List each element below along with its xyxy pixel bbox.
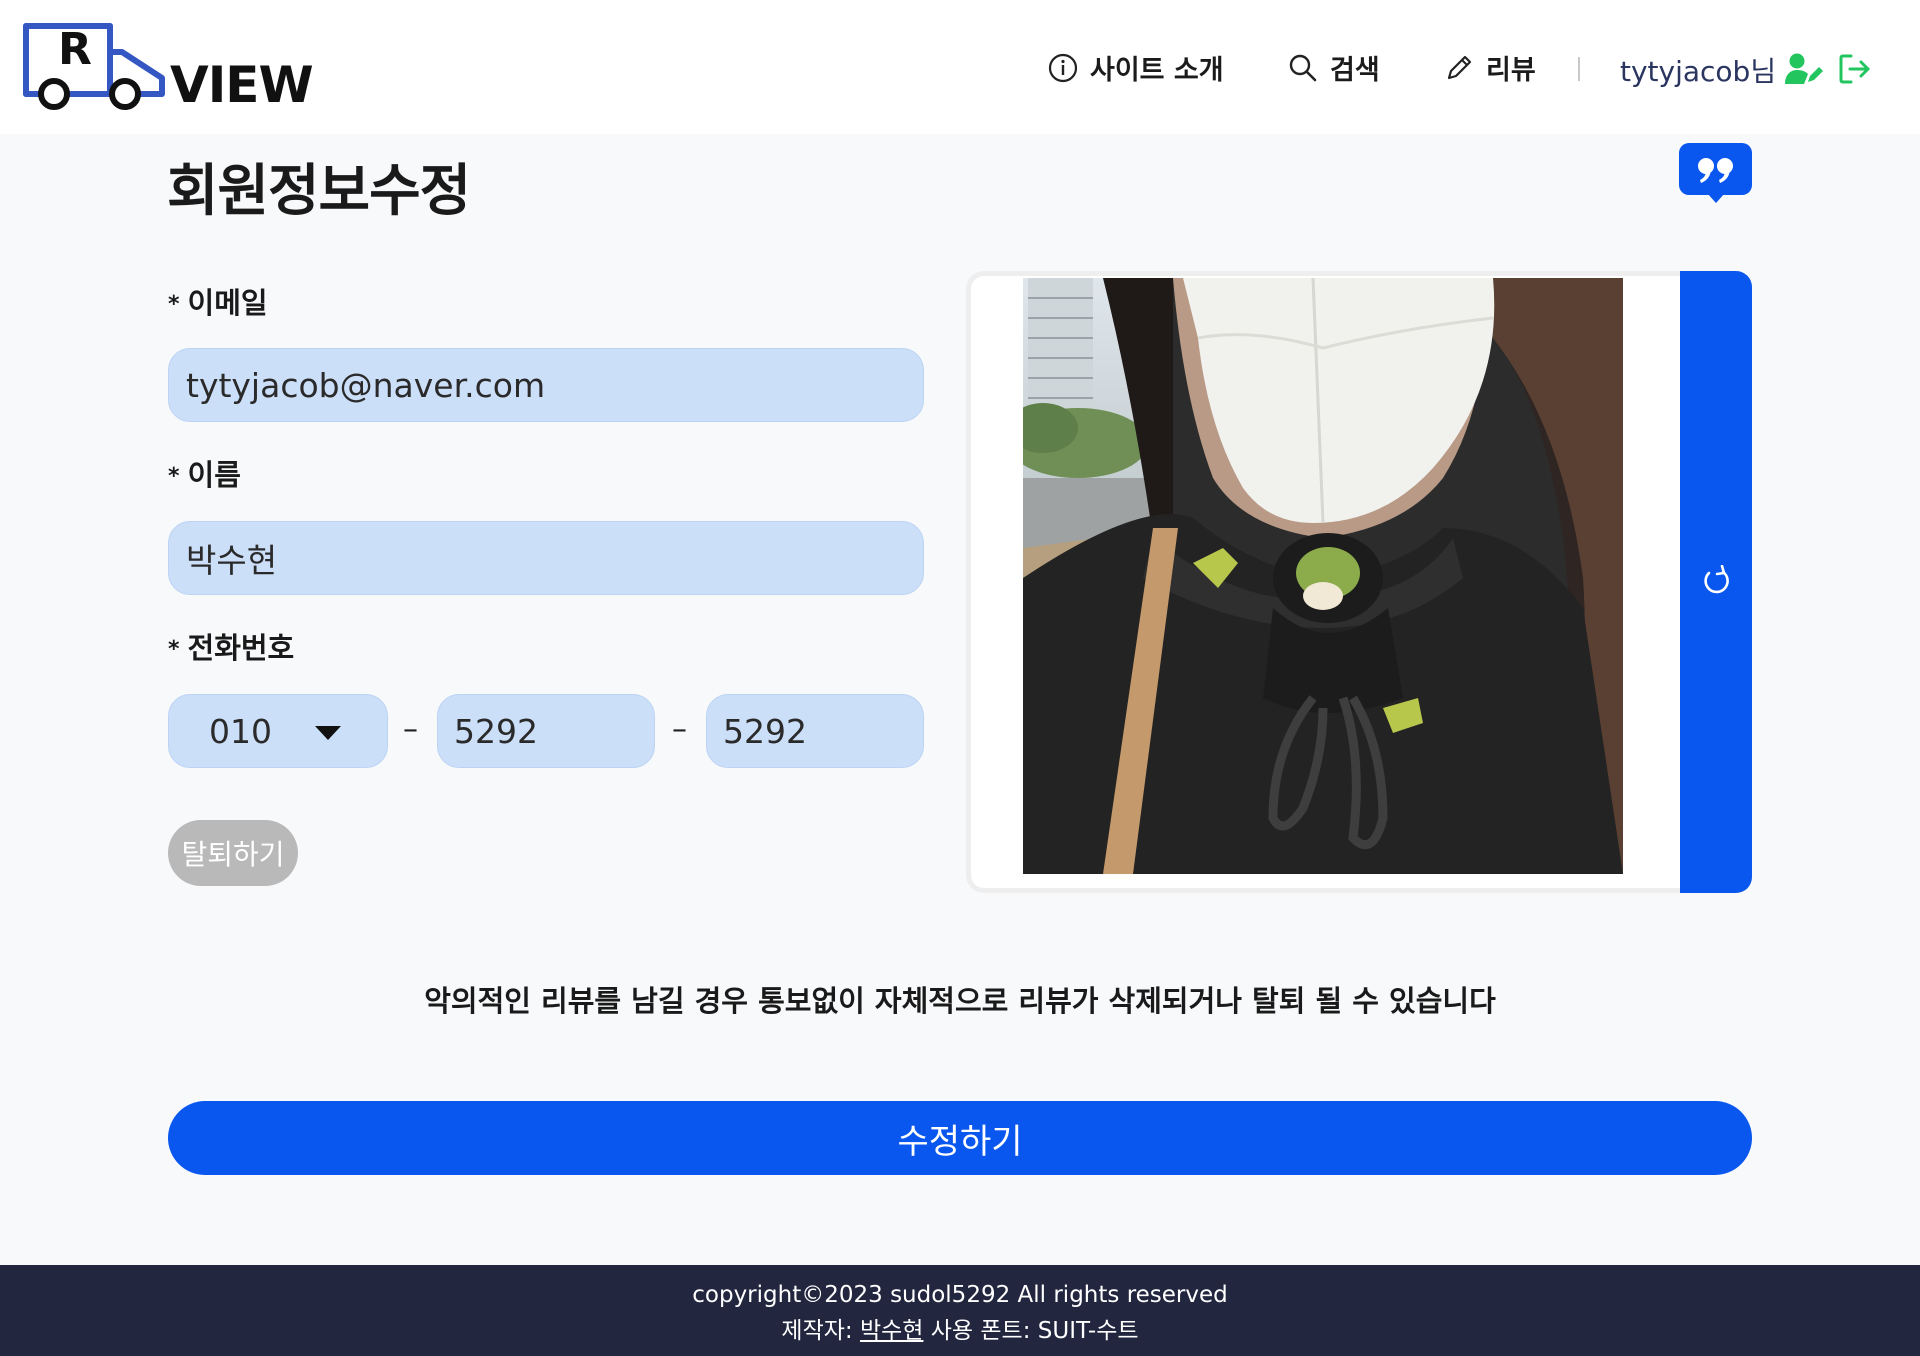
footer-maker-prefix: 제작자:	[781, 1318, 853, 1344]
site-logo[interactable]: R VIEW	[22, 22, 314, 114]
info-icon	[1048, 53, 1078, 82]
phone-label-text: 전화번호	[187, 631, 295, 665]
name-value: 박수현	[186, 541, 278, 580]
footer-maker-link[interactable]: 박수현	[860, 1318, 923, 1344]
user-edit-icon[interactable]	[1784, 52, 1824, 86]
footer-copyright: copyright©2023 sudol5292 All rights rese…	[692, 1282, 1228, 1308]
phone-prefix-value: 010	[209, 711, 272, 751]
logout-icon[interactable]	[1838, 53, 1872, 85]
phone-middle-field[interactable]: 5292	[437, 694, 655, 768]
chevron-down-icon	[315, 726, 341, 740]
phone-label: * 전화번호	[168, 625, 294, 667]
phone-last-field[interactable]: 5292	[706, 694, 924, 768]
nav-about[interactable]: 사이트 소개	[1048, 48, 1224, 87]
nav-search[interactable]: 검색	[1288, 48, 1380, 87]
phone-prefix-select[interactable]: 010	[168, 694, 388, 768]
nav-review-label: 리뷰	[1486, 55, 1536, 86]
quote-icon	[1698, 158, 1733, 183]
nav-search-label: 검색	[1330, 55, 1380, 86]
required-mark: *	[168, 292, 180, 317]
user-name[interactable]: tytyjacob님	[1620, 50, 1776, 90]
email-label: * 이메일	[168, 280, 268, 322]
profile-photo[interactable]	[1023, 278, 1623, 874]
nav-review[interactable]: 리뷰	[1444, 48, 1536, 87]
profile-photo-image	[1023, 278, 1623, 874]
page-title: 회원정보수정	[167, 159, 471, 224]
footer-credits: 제작자: 박수현 사용 폰트: SUIT-수트	[0, 1311, 1920, 1345]
rotate-icon	[1704, 565, 1729, 594]
nav-divider	[1578, 57, 1580, 81]
phone-dash: –	[672, 712, 687, 747]
notice-text: 악의적인 리뷰를 남길 경우 통보없이 자체적으로 리뷰가 삭제되거나 탈퇴 될…	[424, 984, 1496, 1018]
rotate-photo-button[interactable]	[1680, 271, 1752, 893]
name-label-text: 이름	[187, 458, 241, 492]
footer-font-info: 사용 폰트: SUIT-수트	[930, 1318, 1139, 1344]
search-icon	[1289, 54, 1317, 81]
name-label: * 이름	[168, 452, 241, 494]
phone-dash: –	[403, 712, 418, 747]
footer: copyright©2023 sudol5292 All rights rese…	[0, 1265, 1920, 1356]
email-field[interactable]: tytyjacob@naver.com	[168, 348, 924, 422]
required-mark: *	[168, 464, 180, 489]
withdraw-button[interactable]: 탈퇴하기	[168, 820, 298, 886]
phone-middle-value: 5292	[454, 711, 538, 751]
email-value: tytyjacob@naver.com	[186, 365, 546, 405]
quote-button[interactable]	[1679, 143, 1752, 203]
phone-last-value: 5292	[723, 711, 807, 751]
submit-button[interactable]: 수정하기	[168, 1101, 1752, 1175]
truck-logo-icon	[23, 23, 165, 110]
required-mark: *	[168, 637, 180, 662]
pencil-icon	[1447, 55, 1472, 79]
header: R VIEW 사이트 소개 검색 리뷰 tytyjacob님	[0, 0, 1920, 134]
name-field[interactable]: 박수현	[168, 521, 924, 595]
logo-text: VIEW	[170, 56, 314, 114]
nav-about-label: 사이트 소개	[1090, 55, 1224, 86]
email-label-text: 이메일	[187, 286, 268, 320]
logo-letter: R	[58, 24, 92, 75]
